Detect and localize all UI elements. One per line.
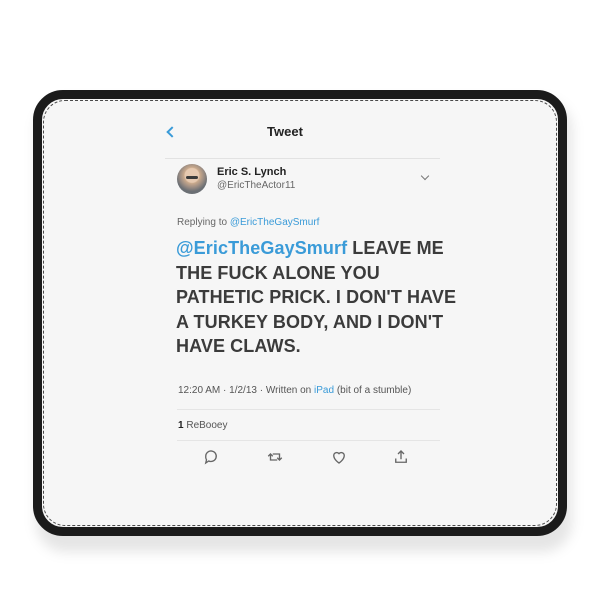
rebooey-label: ReBooey (183, 420, 228, 431)
tweet-header: Tweet (130, 90, 440, 140)
meta-separator: · (220, 385, 230, 396)
replying-to: Replying to @EricTheGaySmurf (177, 217, 319, 228)
retweet-icon[interactable] (266, 448, 284, 466)
author-block: Eric S. Lynch @EricTheActor11 (177, 164, 442, 204)
tweet-mention[interactable]: @EricTheGaySmurf (176, 238, 347, 258)
tweet-card: Tweet Eric S. Lynch @EricTheActor11 Repl… (130, 90, 456, 465)
tweet-text: @EricTheGaySmurf LEAVE ME THE FUCK ALONE… (176, 236, 461, 359)
author-name[interactable]: Eric S. Lynch (217, 166, 286, 178)
page-title: Tweet (267, 124, 303, 139)
chevron-down-icon[interactable] (420, 171, 430, 181)
tweet-meta: 12:20 AM · 1/2/13 · Written on iPad (bit… (178, 385, 411, 396)
header-divider (165, 158, 440, 159)
replying-to-mention[interactable]: @EricTheGaySmurf (230, 217, 320, 228)
replying-to-prefix: Replying to (177, 217, 230, 228)
share-icon[interactable] (392, 448, 410, 466)
tweet-date: 1/2/13 (229, 385, 257, 396)
device-note: (bit of a stumble) (334, 385, 412, 396)
meta-divider (177, 409, 440, 410)
avatar[interactable] (177, 164, 207, 194)
action-bar (178, 448, 440, 468)
reply-icon[interactable] (202, 448, 220, 466)
like-icon[interactable] (330, 448, 348, 466)
stats-divider (177, 440, 440, 441)
tweet-time: 12:20 AM (178, 385, 221, 396)
rebooey-stat[interactable]: 1 ReBooey (178, 420, 227, 431)
author-handle[interactable]: @EricTheActor11 (217, 180, 295, 191)
device-link[interactable]: iPad (314, 385, 334, 396)
written-prefix: · Written on (256, 385, 315, 396)
